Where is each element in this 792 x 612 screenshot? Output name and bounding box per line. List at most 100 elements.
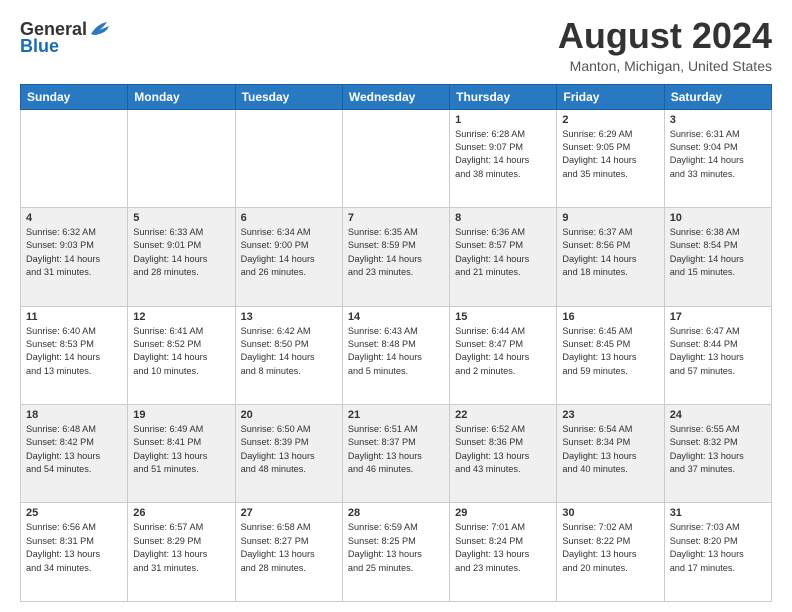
- logo-bird-icon: [89, 20, 111, 38]
- day-info: Sunrise: 6:51 AM Sunset: 8:37 PM Dayligh…: [348, 423, 444, 476]
- day-info: Sunrise: 6:33 AM Sunset: 9:01 PM Dayligh…: [133, 226, 229, 279]
- calendar-day-cell: 16Sunrise: 6:45 AM Sunset: 8:45 PM Dayli…: [557, 306, 664, 404]
- day-info: Sunrise: 6:52 AM Sunset: 8:36 PM Dayligh…: [455, 423, 551, 476]
- calendar-day-cell: 26 Sunrise: 6:57 AM Sunset: 8:29 PM Dayli…: [128, 503, 235, 602]
- calendar-day-header: Sunday: [21, 84, 128, 109]
- calendar-day-cell: 29Sunrise: 7:01 AM Sunset: 8:24 PM Dayli…: [450, 503, 557, 602]
- logo-blue-text: Blue: [20, 36, 59, 57]
- calendar-day-cell: 28 Sunrise: 6:59 AM Sunset: 8:25 PM Dayli…: [342, 503, 449, 602]
- day-number: 1: [455, 114, 551, 126]
- day-number: 19: [133, 409, 229, 421]
- day-number: 14: [348, 311, 444, 323]
- day-number: 2: [562, 114, 658, 126]
- calendar-table: SundayMondayTuesdayWednesdayThursdayFrid…: [20, 84, 772, 602]
- day-info: Sunrise: 6:28 AM Sunset: 9:07 PM Dayligh…: [455, 128, 551, 181]
- calendar-day-header: Saturday: [664, 84, 771, 109]
- calendar-day-cell: 12 Sunrise: 6:41 AM Sunset: 8:52 PM Dayli…: [128, 306, 235, 404]
- calendar-day-header: Monday: [128, 84, 235, 109]
- calendar-day-cell: 11Sunrise: 6:40 AM Sunset: 8:53 PM Dayli…: [21, 306, 128, 404]
- day-number: 6: [241, 212, 337, 224]
- day-number: 13: [241, 311, 337, 323]
- calendar-day-cell: 25 Sunrise: 6:56 AM Sunset: 8:31 PM Dayli…: [21, 503, 128, 602]
- calendar-day-cell: 9Sunrise: 6:37 AM Sunset: 8:56 PM Daylig…: [557, 208, 664, 306]
- calendar-day-cell: 14 Sunrise: 6:43 AM Sunset: 8:48 PM Dayli…: [342, 306, 449, 404]
- day-number: 24: [670, 409, 766, 421]
- calendar-day-cell: 8 Sunrise: 6:36 AM Sunset: 8:57 PM Daylig…: [450, 208, 557, 306]
- day-info: Sunrise: 6:44 AM Sunset: 8:47 PM Dayligh…: [455, 325, 551, 378]
- day-info: Sunrise: 6:45 AM Sunset: 8:45 PM Dayligh…: [562, 325, 658, 378]
- day-number: 17: [670, 311, 766, 323]
- calendar-day-cell: 17 Sunrise: 6:47 AM Sunset: 8:44 PM Dayli…: [664, 306, 771, 404]
- day-info: Sunrise: 7:01 AM Sunset: 8:24 PM Dayligh…: [455, 521, 551, 574]
- day-number: 3: [670, 114, 766, 126]
- day-info: Sunrise: 6:58 AM Sunset: 8:27 PM Dayligh…: [241, 521, 337, 574]
- calendar-day-cell: 7 Sunrise: 6:35 AM Sunset: 8:59 PM Daylig…: [342, 208, 449, 306]
- month-title: August 2024: [558, 16, 772, 56]
- day-info: Sunrise: 6:59 AM Sunset: 8:25 PM Dayligh…: [348, 521, 444, 574]
- calendar-day-cell: 10Sunrise: 6:38 AM Sunset: 8:54 PM Dayli…: [664, 208, 771, 306]
- day-number: 8: [455, 212, 551, 224]
- day-info: Sunrise: 6:32 AM Sunset: 9:03 PM Dayligh…: [26, 226, 122, 279]
- calendar-day-cell: 1 Sunrise: 6:28 AM Sunset: 9:07 PM Daylig…: [450, 109, 557, 207]
- day-info: Sunrise: 6:36 AM Sunset: 8:57 PM Dayligh…: [455, 226, 551, 279]
- day-number: 7: [348, 212, 444, 224]
- day-number: 25: [26, 507, 122, 519]
- calendar-day-cell: 3 Sunrise: 6:31 AM Sunset: 9:04 PM Daylig…: [664, 109, 771, 207]
- day-number: 20: [241, 409, 337, 421]
- calendar-week-row: 18 Sunrise: 6:48 AM Sunset: 8:42 PM Dayli…: [21, 405, 772, 503]
- calendar-day-cell: 21Sunrise: 6:51 AM Sunset: 8:37 PM Dayli…: [342, 405, 449, 503]
- calendar-empty-cell: [21, 109, 128, 207]
- calendar-day-header: Friday: [557, 84, 664, 109]
- location: Manton, Michigan, United States: [558, 58, 772, 74]
- calendar-day-cell: 24 Sunrise: 6:55 AM Sunset: 8:32 PM Dayli…: [664, 405, 771, 503]
- day-info: Sunrise: 6:34 AM Sunset: 9:00 PM Dayligh…: [241, 226, 337, 279]
- page: General Blue August 2024 Manton, Michiga…: [0, 0, 792, 612]
- day-info: Sunrise: 6:40 AM Sunset: 8:53 PM Dayligh…: [26, 325, 122, 378]
- calendar-day-cell: 4 Sunrise: 6:32 AM Sunset: 9:03 PM Daylig…: [21, 208, 128, 306]
- day-number: 31: [670, 507, 766, 519]
- calendar-empty-cell: [128, 109, 235, 207]
- day-info: Sunrise: 6:35 AM Sunset: 8:59 PM Dayligh…: [348, 226, 444, 279]
- day-number: 4: [26, 212, 122, 224]
- calendar-day-cell: 2 Sunrise: 6:29 AM Sunset: 9:05 PM Daylig…: [557, 109, 664, 207]
- day-info: Sunrise: 6:38 AM Sunset: 8:54 PM Dayligh…: [670, 226, 766, 279]
- calendar-day-header: Wednesday: [342, 84, 449, 109]
- calendar-week-row: 11Sunrise: 6:40 AM Sunset: 8:53 PM Dayli…: [21, 306, 772, 404]
- day-info: Sunrise: 6:43 AM Sunset: 8:48 PM Dayligh…: [348, 325, 444, 378]
- day-info: Sunrise: 6:47 AM Sunset: 8:44 PM Dayligh…: [670, 325, 766, 378]
- day-info: Sunrise: 6:31 AM Sunset: 9:04 PM Dayligh…: [670, 128, 766, 181]
- day-number: 18: [26, 409, 122, 421]
- day-number: 12: [133, 311, 229, 323]
- day-info: Sunrise: 6:41 AM Sunset: 8:52 PM Dayligh…: [133, 325, 229, 378]
- day-info: Sunrise: 6:48 AM Sunset: 8:42 PM Dayligh…: [26, 423, 122, 476]
- logo: General Blue: [20, 20, 111, 57]
- day-number: 28: [348, 507, 444, 519]
- calendar-day-cell: 22Sunrise: 6:52 AM Sunset: 8:36 PM Dayli…: [450, 405, 557, 503]
- day-number: 15: [455, 311, 551, 323]
- day-info: Sunrise: 6:57 AM Sunset: 8:29 PM Dayligh…: [133, 521, 229, 574]
- day-number: 23: [562, 409, 658, 421]
- title-area: August 2024 Manton, Michigan, United Sta…: [558, 16, 772, 74]
- calendar-empty-cell: [342, 109, 449, 207]
- day-number: 26: [133, 507, 229, 519]
- calendar-day-cell: 13Sunrise: 6:42 AM Sunset: 8:50 PM Dayli…: [235, 306, 342, 404]
- calendar-day-cell: 15 Sunrise: 6:44 AM Sunset: 8:47 PM Dayli…: [450, 306, 557, 404]
- day-number: 27: [241, 507, 337, 519]
- calendar-day-cell: 5 Sunrise: 6:33 AM Sunset: 9:01 PM Daylig…: [128, 208, 235, 306]
- day-number: 5: [133, 212, 229, 224]
- calendar-week-row: 25 Sunrise: 6:56 AM Sunset: 8:31 PM Dayli…: [21, 503, 772, 602]
- day-info: Sunrise: 6:50 AM Sunset: 8:39 PM Dayligh…: [241, 423, 337, 476]
- calendar-week-row: 4 Sunrise: 6:32 AM Sunset: 9:03 PM Daylig…: [21, 208, 772, 306]
- calendar-day-cell: 18 Sunrise: 6:48 AM Sunset: 8:42 PM Dayli…: [21, 405, 128, 503]
- day-number: 30: [562, 507, 658, 519]
- calendar-day-cell: 19 Sunrise: 6:49 AM Sunset: 8:41 PM Dayli…: [128, 405, 235, 503]
- calendar-day-cell: 20 Sunrise: 6:50 AM Sunset: 8:39 PM Dayli…: [235, 405, 342, 503]
- calendar-week-row: 1 Sunrise: 6:28 AM Sunset: 9:07 PM Daylig…: [21, 109, 772, 207]
- day-info: Sunrise: 6:56 AM Sunset: 8:31 PM Dayligh…: [26, 521, 122, 574]
- day-info: Sunrise: 6:55 AM Sunset: 8:32 PM Dayligh…: [670, 423, 766, 476]
- day-info: Sunrise: 6:49 AM Sunset: 8:41 PM Dayligh…: [133, 423, 229, 476]
- day-info: Sunrise: 6:29 AM Sunset: 9:05 PM Dayligh…: [562, 128, 658, 181]
- header: General Blue August 2024 Manton, Michiga…: [20, 16, 772, 74]
- day-info: Sunrise: 6:37 AM Sunset: 8:56 PM Dayligh…: [562, 226, 658, 279]
- calendar-day-cell: 31Sunrise: 7:03 AM Sunset: 8:20 PM Dayli…: [664, 503, 771, 602]
